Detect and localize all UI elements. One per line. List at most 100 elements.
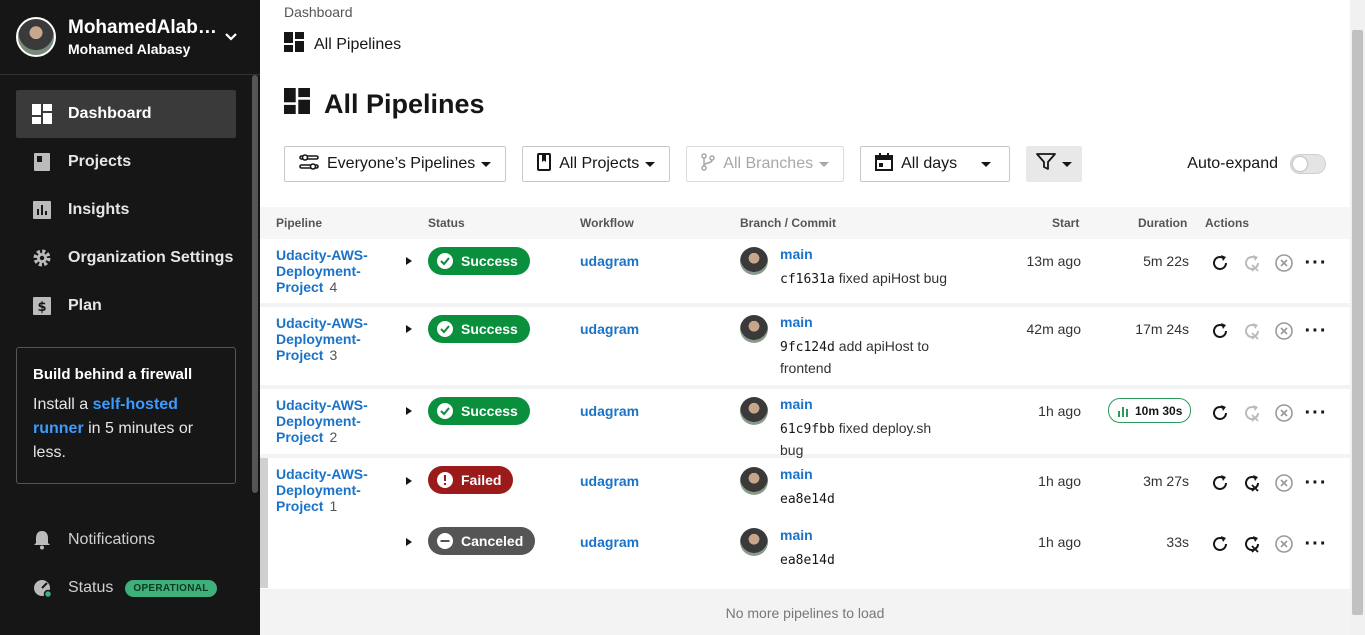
- rerun-icon[interactable]: [1209, 533, 1231, 555]
- filter-bar: Everyone’s Pipelines All Projects All Br…: [284, 146, 1083, 182]
- page-scrollbar[interactable]: [1350, 0, 1365, 635]
- col-status: Status: [428, 216, 465, 230]
- col-workflow: Workflow: [580, 216, 634, 230]
- sidebar-item-notifications[interactable]: Notifications: [16, 516, 236, 564]
- sidebar-item-dashboard[interactable]: Dashboard: [16, 90, 236, 138]
- main-content: Dashboard All Pipelines All Pipelines Ev…: [260, 0, 1350, 635]
- table-row[interactable]: Udacity-AWS-Deployment-Project 4 Success …: [260, 239, 1350, 307]
- duration: 3m 27s: [1143, 473, 1189, 489]
- cancel-icon[interactable]: [1273, 472, 1295, 494]
- commit-sha[interactable]: 61c9fbb: [780, 422, 835, 437]
- caret-down-icon: [819, 161, 830, 167]
- more-options-icon[interactable]: ···: [1305, 472, 1327, 494]
- more-options-icon[interactable]: ···: [1305, 320, 1327, 342]
- expand-caret-icon[interactable]: [406, 407, 412, 415]
- user-switcher[interactable]: MohamedAlab… Mohamed Alabasy: [0, 0, 260, 75]
- workflow-link[interactable]: udagram: [580, 473, 639, 489]
- firewall-promo: Build behind a firewall Install a self-h…: [16, 347, 236, 484]
- days-filter-label: All days: [901, 155, 958, 172]
- commit-sha[interactable]: 9fc124d: [780, 340, 835, 355]
- workflow-link[interactable]: udagram: [580, 403, 639, 419]
- rerun-icon[interactable]: [1209, 320, 1231, 342]
- cancel-icon[interactable]: [1273, 320, 1295, 342]
- rerun-icon[interactable]: [1209, 252, 1231, 274]
- sidebar-item-status[interactable]: Status OPERATIONAL: [16, 564, 236, 612]
- table-row[interactable]: Udacity-AWS-Deployment-Project 1 Failed u…: [260, 458, 1350, 588]
- cancel-icon[interactable]: [1273, 402, 1295, 424]
- more-options-icon[interactable]: ···: [1305, 252, 1327, 274]
- exclamation-circle-icon: [437, 472, 453, 488]
- more-options-icon[interactable]: ···: [1305, 533, 1327, 555]
- days-filter[interactable]: All days: [860, 146, 1011, 182]
- duration-insight-pill[interactable]: 10m 30s: [1108, 398, 1192, 423]
- status-badge[interactable]: Success: [428, 315, 530, 343]
- scrollbar-thumb[interactable]: [1352, 30, 1363, 615]
- expand-caret-icon[interactable]: [406, 257, 412, 265]
- status-badge[interactable]: Failed: [428, 466, 514, 494]
- cancel-icon[interactable]: [1273, 533, 1295, 555]
- project-name: Udacity-AWS-Deployment-Project: [276, 397, 368, 445]
- breadcrumb[interactable]: Dashboard: [284, 4, 353, 20]
- sidebar-item-projects[interactable]: Projects: [16, 138, 236, 186]
- pipeline-project-link[interactable]: Udacity-AWS-Deployment-Project 2: [276, 397, 386, 445]
- pipeline-project-link[interactable]: Udacity-AWS-Deployment-Project 4: [276, 247, 386, 295]
- table-row[interactable]: Udacity-AWS-Deployment-Project 3 Success …: [260, 307, 1350, 389]
- auto-expand-toggle[interactable]: [1290, 154, 1326, 174]
- status-badge[interactable]: Success: [428, 247, 530, 275]
- workflow-link[interactable]: udagram: [580, 253, 639, 269]
- rerun-failed-icon[interactable]: [1241, 402, 1263, 424]
- chevron-down-icon[interactable]: [224, 32, 244, 42]
- project-name: Udacity-AWS-Deployment-Project: [276, 247, 368, 295]
- branch-link[interactable]: main: [780, 314, 950, 330]
- branch-link[interactable]: main: [780, 246, 950, 262]
- expand-caret-icon[interactable]: [406, 538, 412, 546]
- duration: 17m 24s: [1135, 321, 1189, 337]
- rerun-icon[interactable]: [1209, 472, 1231, 494]
- row-actions: ···: [1209, 533, 1337, 555]
- branches-filter[interactable]: All Branches: [686, 146, 845, 182]
- rerun-failed-icon[interactable]: [1241, 320, 1263, 342]
- rerun-icon[interactable]: [1209, 402, 1231, 424]
- promo-title: Build behind a firewall: [33, 366, 193, 383]
- projects-filter[interactable]: All Projects: [522, 146, 671, 182]
- commit-sha[interactable]: ea8e14d: [780, 553, 835, 568]
- expand-caret-icon[interactable]: [406, 477, 412, 485]
- duration-pill: 10m 30s: [1108, 398, 1192, 423]
- user-full-name: Mohamed Alabasy: [68, 41, 191, 57]
- rerun-failed-icon[interactable]: [1241, 252, 1263, 274]
- start-time: 13m ago: [1026, 253, 1081, 269]
- pipelines-filter[interactable]: Everyone’s Pipelines: [284, 146, 507, 182]
- workflow-link[interactable]: udagram: [580, 534, 639, 550]
- pipeline-project-link[interactable]: Udacity-AWS-Deployment-Project 1: [276, 466, 386, 514]
- status-badge[interactable]: Canceled: [428, 527, 536, 555]
- sidebar-nav: Dashboard Projects Insights Organization…: [0, 75, 260, 330]
- branch-link[interactable]: main: [780, 527, 950, 543]
- status-label: Success: [461, 321, 518, 337]
- start-time: 1h ago: [1038, 473, 1081, 489]
- branch-link[interactable]: main: [780, 466, 950, 482]
- pipeline-project-link[interactable]: Udacity-AWS-Deployment-Project 3: [276, 315, 386, 363]
- rerun-failed-icon[interactable]: [1241, 472, 1263, 494]
- commit-sha[interactable]: cf1631a: [780, 272, 835, 287]
- page-title: All Pipelines: [284, 88, 485, 121]
- calendar-icon: [875, 152, 894, 176]
- commit-info: cf1631a fixed apiHost bug: [780, 268, 950, 290]
- more-options-icon[interactable]: ···: [1305, 402, 1327, 424]
- sidebar-item-organization-settings[interactable]: Organization Settings: [16, 234, 236, 282]
- project-icon: [537, 152, 552, 176]
- avatar: [16, 17, 56, 57]
- projects-icon: [32, 152, 52, 172]
- dashboard-icon: [284, 32, 304, 57]
- advanced-filter-button[interactable]: [1026, 146, 1083, 182]
- rerun-failed-icon[interactable]: [1241, 533, 1263, 555]
- table-row[interactable]: Udacity-AWS-Deployment-Project 2 Success …: [260, 389, 1350, 458]
- commit-sha[interactable]: ea8e14d: [780, 492, 835, 507]
- sidebar-scrollbar[interactable]: [252, 75, 258, 493]
- branch-link[interactable]: main: [780, 396, 950, 412]
- cancel-icon[interactable]: [1273, 252, 1295, 274]
- status-badge[interactable]: Success: [428, 397, 530, 425]
- expand-caret-icon[interactable]: [406, 325, 412, 333]
- sidebar-item-insights[interactable]: Insights: [16, 186, 236, 234]
- workflow-link[interactable]: udagram: [580, 321, 639, 337]
- sidebar-item-plan[interactable]: $ Plan: [16, 282, 236, 330]
